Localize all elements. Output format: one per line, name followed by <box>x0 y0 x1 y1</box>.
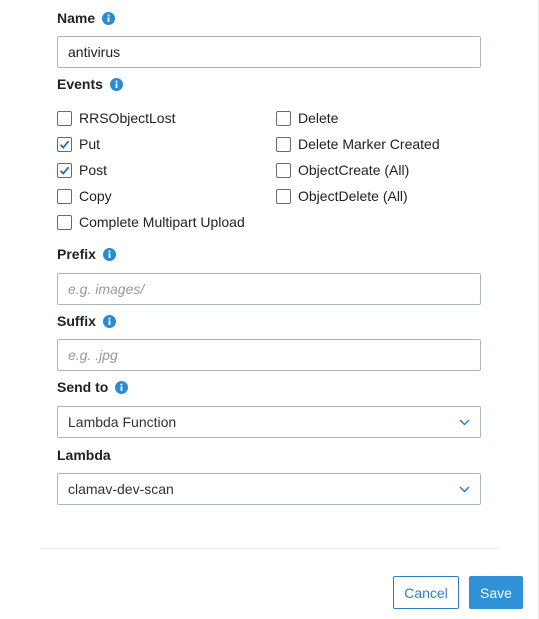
save-button[interactable]: Save <box>469 576 523 609</box>
lambda-selected-value: clamav-dev-scan <box>68 481 174 497</box>
prefix-label: Prefix <box>57 246 96 262</box>
events-field-label-row: Events <box>57 76 123 92</box>
checkbox-box[interactable] <box>57 188 72 204</box>
prefix-field-label-row: Prefix <box>57 246 116 262</box>
info-icon[interactable] <box>102 247 116 261</box>
checkbox-box[interactable] <box>276 162 291 178</box>
checkbox-label: RRSObjectLost <box>79 110 176 126</box>
event-checkbox-delete[interactable]: Delete <box>276 110 338 126</box>
send-to-select[interactable]: Lambda Function <box>57 406 481 438</box>
event-checkbox-post[interactable]: Post <box>57 162 107 178</box>
info-icon[interactable] <box>109 77 123 91</box>
checkbox-box[interactable] <box>276 136 291 152</box>
events-label: Events <box>57 76 103 92</box>
event-checkbox-delete-marker-created[interactable]: Delete Marker Created <box>276 136 440 152</box>
checkbox-label: ObjectDelete (All) <box>298 188 408 204</box>
chevron-down-icon <box>459 418 470 426</box>
checkbox-label: Delete Marker Created <box>298 136 440 152</box>
suffix-field-label-row: Suffix <box>57 313 116 329</box>
checkbox-box[interactable] <box>57 136 72 152</box>
send-to-selected-value: Lambda Function <box>68 414 177 430</box>
checkmark-icon <box>59 140 70 149</box>
lambda-select[interactable]: clamav-dev-scan <box>57 473 481 505</box>
checkbox-label: Put <box>79 136 101 152</box>
event-checkbox-complete-multipart-upload[interactable]: Complete Multipart Upload <box>57 214 245 230</box>
name-label: Name <box>57 10 96 26</box>
lambda-field-label-row: Lambda <box>57 447 111 463</box>
checkbox-label: Copy <box>79 188 112 204</box>
send-to-field-label-row: Send to <box>57 379 129 395</box>
info-icon[interactable] <box>102 314 116 328</box>
checkbox-label: ObjectCreate (All) <box>298 162 410 178</box>
prefix-input[interactable] <box>57 273 481 305</box>
cancel-button[interactable]: Cancel <box>393 576 459 609</box>
name-field-label-row: Name <box>57 10 116 26</box>
lambda-label: Lambda <box>57 447 111 463</box>
event-checkbox-copy[interactable]: Copy <box>57 188 112 204</box>
event-checkbox-objectdelete-all[interactable]: ObjectDelete (All) <box>276 188 408 204</box>
suffix-input[interactable] <box>57 339 481 371</box>
footer-divider <box>40 548 500 549</box>
checkbox-label: Complete Multipart Upload <box>79 214 245 230</box>
checkmark-icon <box>59 166 70 175</box>
checkbox-box[interactable] <box>57 162 72 178</box>
checkbox-label: Post <box>79 162 108 178</box>
checkbox-box[interactable] <box>276 188 291 204</box>
send-to-label: Send to <box>57 379 109 395</box>
checkbox-box[interactable] <box>57 110 72 126</box>
checkbox-box[interactable] <box>276 110 291 126</box>
name-input[interactable] <box>57 36 481 68</box>
info-icon[interactable] <box>115 380 129 394</box>
event-checkbox-objectcreate-all[interactable]: ObjectCreate (All) <box>276 162 409 178</box>
event-checkbox-put[interactable]: Put <box>57 136 100 152</box>
checkbox-label: Delete <box>298 110 339 126</box>
info-icon[interactable] <box>102 11 116 25</box>
suffix-label: Suffix <box>57 313 96 329</box>
event-checkbox-rrsobjectlost[interactable]: RRSObjectLost <box>57 110 175 126</box>
chevron-down-icon <box>459 485 470 493</box>
checkbox-box[interactable] <box>57 214 72 230</box>
event-configuration-panel: Name Events RRSObjectLost Put Post Copy <box>0 0 539 619</box>
